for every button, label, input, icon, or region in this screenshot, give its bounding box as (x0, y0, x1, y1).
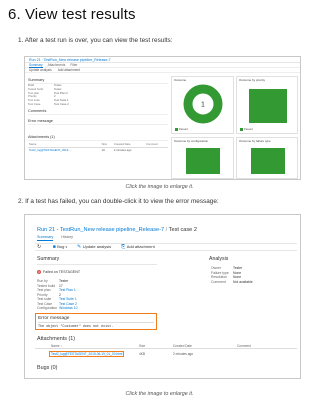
field-key: Comment (211, 279, 226, 284)
breadcrumb-separator: / (165, 227, 168, 233)
legend-label: Passed (244, 128, 253, 131)
priority-chart-title: Outcome by priority (239, 78, 266, 82)
configuration-chart-title: Outcome by configuration (174, 139, 209, 143)
outcome-donut-chart: 1 (183, 84, 223, 124)
summary-divider (37, 264, 157, 265)
field-row: Test Case Test Case 2 (28, 101, 168, 107)
attachment-date: 2 minutes ago (173, 352, 194, 356)
add-attachment-button[interactable]: ⎘ Add attachment (121, 244, 155, 250)
failed-icon: × (37, 270, 41, 274)
tab-history[interactable]: History (61, 235, 73, 241)
priority-legend: Passed (240, 128, 253, 131)
configuration-chart-panel[interactable]: Outcome by configuration (171, 137, 234, 179)
attachment-size: 1K (101, 148, 106, 153)
failure-type-bar (251, 148, 285, 174)
column-size[interactable]: Size (139, 344, 173, 348)
error-message-panel: Error message The object "Customer" does… (35, 313, 157, 330)
add-attachment-button[interactable]: Add attachment (58, 68, 80, 72)
status-text: Failed on TESTAGENT (43, 270, 81, 274)
table-row[interactable]: Test2_log@TESTAGENT_2019-06-19_01_00.htm… (35, 351, 297, 357)
priority-bar (249, 89, 287, 123)
field-row: Comment Not available (211, 280, 253, 285)
tab-filter[interactable]: Filter (70, 63, 77, 67)
refresh-button[interactable]: ↻ (37, 244, 43, 250)
outcome-legend: Passed (175, 128, 188, 131)
tab-summary[interactable]: Summary (37, 235, 54, 241)
add-attachment-label: Add attachment (126, 244, 155, 249)
attachments-heading: Attachments (1) (37, 336, 76, 342)
attachment-link[interactable]: Test2_log@TESTAGENT_2019-06-19_01_00.htm… (49, 351, 125, 357)
step-1-text: 1. After a test run is over, you can vie… (18, 37, 173, 44)
analysis-heading: Analysis (209, 256, 229, 262)
priority-chart-panel[interactable]: Outcome by priority Passed (236, 76, 298, 134)
tab-summary[interactable]: Summary (29, 63, 43, 68)
bug-button[interactable]: ■ Bug ▾ (53, 244, 67, 250)
column-comment[interactable]: Comment (237, 344, 251, 348)
summary-fields: Run by Tester Tested build 17 Test plan Tes… (37, 279, 77, 311)
page-title: 6. View test results (8, 6, 136, 23)
field-key: Configuration (37, 306, 58, 310)
run-toolbar: Update analysis Add attachment (25, 68, 300, 73)
comment-value: Not available (233, 279, 253, 284)
attachments-table-header: Name ↑ Size Created Date Comment (35, 344, 297, 349)
failure-type-chart-panel[interactable]: Outcome by failure type (236, 137, 298, 179)
attachment-date: 2 minutes ago (113, 148, 132, 153)
refresh-icon: ↻ (37, 244, 42, 250)
update-analysis-button[interactable]: ✎ Update analysis (77, 244, 111, 250)
attachment-name-cell: Test2_log@TESTAGENT_2019-06-19_01_00.htm… (35, 351, 139, 357)
breadcrumb-test-case: Test case 2 (168, 227, 197, 233)
analysis-fields: Owner Tester Failure type None Resolution N… (211, 266, 253, 284)
step-2-text: 2. If a test has failed, you can double-… (18, 198, 219, 205)
breadcrumb-run[interactable]: Run 21 - TestRun_New release pipeline_Re… (37, 227, 164, 233)
edit-icon: ✎ (77, 244, 82, 250)
table-row[interactable]: Test2_log@TESTAGENT_2019-... 1K 2 minute… (28, 147, 168, 153)
error-heading: Error message (28, 119, 168, 125)
test-result-detail-screenshot[interactable]: Run 21 - TestRun_New release pipeline_Re… (24, 214, 301, 379)
attachments-heading: Attachments (1) (28, 135, 168, 141)
failure-type-chart-title: Outcome by failure type (239, 139, 271, 143)
comments-heading: Comments (28, 109, 168, 115)
run-summary-section: Summary Build Tester Tested build Tester T… (28, 76, 168, 153)
passed-swatch (175, 128, 178, 131)
attachment-link[interactable]: Test2_log@TESTAGENT_2019-... (28, 147, 101, 153)
tab-attachments[interactable]: Attachments (48, 63, 66, 67)
field-value: Test Case 2 (54, 101, 69, 106)
caption-2: Click the image to enlarge it. (125, 391, 194, 397)
attachments-table: Name Size Created Date Comment Test2_log… (28, 141, 168, 153)
passed-swatch (240, 128, 243, 131)
paperclip-icon: ⎘ (121, 244, 126, 250)
field-value: Test Plan 2 (54, 90, 68, 95)
configuration-bar (186, 148, 220, 174)
test-run-summary-screenshot[interactable]: Run 21 · TestRun_New release pipeline_Re… (24, 56, 301, 180)
legend-label: Passed (179, 128, 188, 131)
caption-1: Click the image to enlarge it. (125, 184, 194, 190)
error-message-heading: Error message (38, 316, 154, 323)
update-analysis-button[interactable]: Update analysis (29, 68, 52, 72)
column-name[interactable]: Name ↑ (35, 344, 139, 348)
field-key: Test Case (28, 101, 41, 106)
breadcrumb: Run 21 - TestRun_New release pipeline_Re… (37, 227, 197, 233)
chevron-down-icon: ▾ (65, 245, 67, 249)
test-plan-link[interactable]: Test Plan 1 (59, 288, 76, 293)
result-toolbar: ↻ ■ Bug ▾ ✎ Update analysis ⎘ Add attachmen… (35, 243, 297, 251)
bug-icon: ■ (52, 244, 56, 250)
outcome-chart-panel[interactable]: Outcome 1 Passed (171, 76, 234, 134)
bugs-heading: Bugs (0) (37, 365, 58, 371)
bug-label: Bug (57, 244, 65, 249)
attachment-size: 4KB (139, 352, 146, 356)
summary-heading: Summary (37, 256, 60, 262)
configuration-link[interactable]: Windows 10 (59, 306, 77, 311)
status-badge: × Failed on TESTAGENT (37, 270, 80, 274)
result-tabs: Summary History (37, 235, 73, 241)
outcome-count: 1 (201, 102, 205, 109)
update-analysis-label: Update analysis (82, 244, 112, 249)
error-message-text: The object "Customer" does not exist. (38, 325, 114, 329)
column-created-date[interactable]: Created Date (173, 344, 237, 348)
attachment-comment (145, 147, 168, 153)
field-row: Configuration Windows 10 (37, 306, 77, 311)
